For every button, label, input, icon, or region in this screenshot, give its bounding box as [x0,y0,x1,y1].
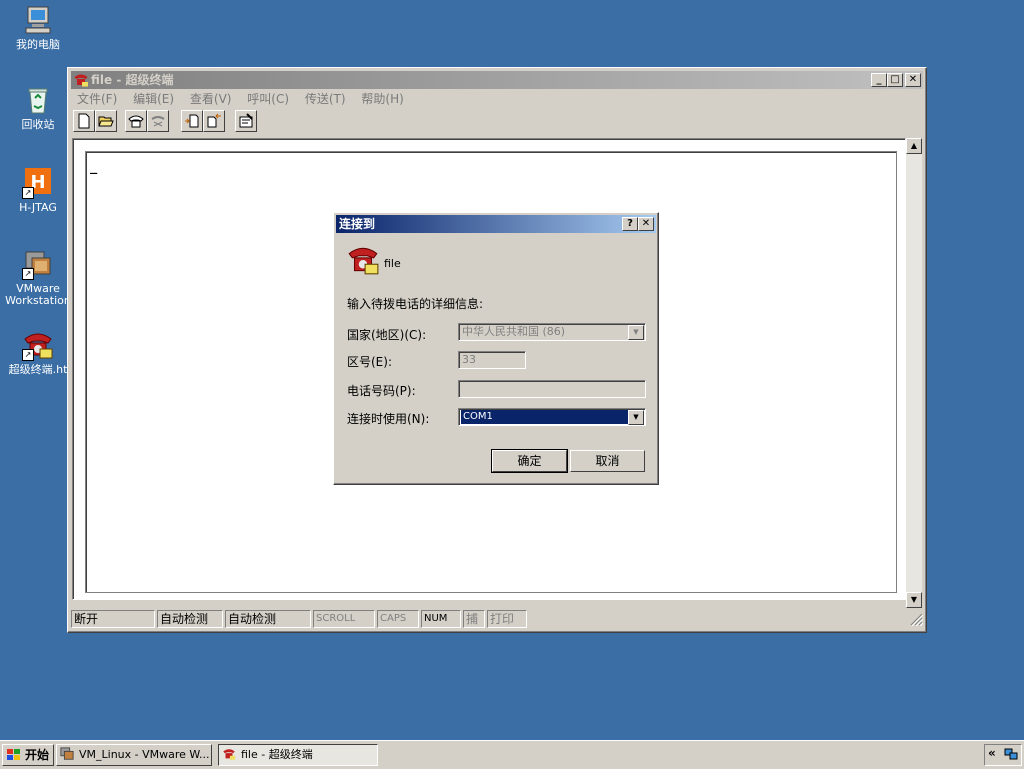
shortcut-arrow-icon: ↗ [22,268,34,280]
receive-button[interactable] [203,110,225,132]
dialog-close-button[interactable]: ✕ [638,217,654,231]
folder-open-icon [98,116,114,127]
window-titlebar[interactable]: file - 超级终端 _ □ ✕ [71,71,923,89]
status-connection: 断开 [71,610,155,628]
phone-icon [128,115,144,128]
resize-grip-icon[interactable] [909,612,924,627]
desktop-icon-vmware[interactable]: ↗ VMware Workstation [3,248,73,307]
properties-button[interactable] [235,110,257,132]
area-code-input[interactable]: 33 [458,351,526,369]
tray-expand-button[interactable]: « [988,746,996,760]
new-file-icon [78,113,90,129]
task-hyperterminal[interactable]: file - 超级终端 [218,744,378,766]
menu-transfer[interactable]: 传送(T) [305,92,346,106]
status-detect-2: 自动检测 [225,610,311,628]
status-detect-1: 自动检测 [157,610,223,628]
area-code-label: 区号(E): [347,355,392,369]
recycle-bin-icon [22,84,54,116]
new-button[interactable] [73,110,95,132]
disconnect-button[interactable] [147,110,169,132]
task-vmware[interactable]: VM_Linux - VMware W... [56,744,212,766]
send-file-icon [185,114,199,128]
cancel-button[interactable]: 取消 [570,450,645,472]
country-dropdown-arrow-icon[interactable]: ▼ [628,325,644,340]
dialog-prompt: 输入待拨电话的详细信息: [347,297,484,311]
shortcut-arrow-icon: ↗ [22,349,34,361]
start-label: 开始 [25,748,50,762]
close-button[interactable]: ✕ [905,73,921,87]
receive-file-icon [207,113,221,128]
dialog-help-button[interactable]: ? [622,217,638,231]
connect-to-dialog: 连接到 ? ✕ file 输入待拨电话的详细信息: 国家(地区)(C): 中华人… [333,212,659,485]
menu-call[interactable]: 呼叫(C) [247,92,289,106]
desktop-icon-my-computer[interactable]: 我的电脑 [3,4,73,51]
system-tray: « [984,744,1022,766]
call-button[interactable] [125,110,147,132]
connect-using-select[interactable]: COM1 ▼ [458,408,646,426]
desktop-icon-recycle-bin[interactable]: 回收站 [3,84,73,131]
menu-file[interactable]: 文件(F) [77,92,117,106]
minimize-button[interactable]: _ [871,73,887,87]
menu-view[interactable]: 查看(V) [190,92,232,106]
terminal-cursor: _ [90,160,98,174]
hyperterminal-phone-icon: ↗ [22,329,54,361]
vmware-icon: ↗ [22,248,54,280]
hyperterminal-task-icon [222,747,236,765]
dialog-title: 连接到 [339,217,376,231]
status-print: 打印 [487,610,527,628]
status-bar: 断开 自动检测 自动检测 SCROLL CAPS NUM 捕 打印 [71,610,924,628]
window-title: file - 超级终端 [91,73,174,87]
desktop-icon-label: 回收站 [21,119,55,131]
connect-using-dropdown-arrow-icon[interactable]: ▼ [628,410,644,425]
status-caps: CAPS [377,610,419,628]
h-jtag-icon: H ↗ [22,167,54,199]
hangup-icon [151,116,165,127]
vertical-scrollbar[interactable]: ▲ ▼ [906,138,922,608]
toolbar [71,110,923,134]
status-scroll: SCROLL [313,610,375,628]
start-button[interactable]: 开始 [2,744,54,766]
task-label: file - 超级终端 [241,748,313,761]
connection-phone-icon [346,243,380,280]
task-label: VM_Linux - VMware W... [79,748,210,761]
connect-using-value: COM1 [461,410,628,424]
menu-edit[interactable]: 编辑(E) [133,92,174,106]
taskbar: 开始 VM_Linux - VMware W... file - 超级终端 « [0,740,1024,769]
send-button[interactable] [181,110,203,132]
status-capture: 捕 [463,610,485,628]
menu-help[interactable]: 帮助(H) [361,92,403,106]
desktop-icon-label: 我的电脑 [16,39,60,51]
open-button[interactable] [95,110,117,132]
desktop-icon-h-jtag[interactable]: H ↗ H-JTAG [3,167,73,214]
country-value: 中华人民共和国 (86) [462,325,566,338]
connection-name: file [384,257,401,270]
phone-number-input[interactable] [458,380,646,398]
network-tray-icon[interactable] [1004,747,1018,764]
phone-number-label: 电话号码(P): [347,384,416,398]
scroll-up-button[interactable]: ▲ [906,138,922,154]
menu-bar: 文件(F) 编辑(E) 查看(V) 呼叫(C) 传送(T) 帮助(H) [71,90,923,108]
desktop-icon-label: 超级终端.ht [8,364,68,376]
desktop-icon-hyperterminal[interactable]: ↗ 超级终端.ht [3,329,73,376]
vmware-task-icon [60,747,74,765]
dialog-titlebar[interactable]: 连接到 ? ✕ [336,215,656,233]
connect-using-label: 连接时使用(N): [347,412,430,426]
scroll-down-button[interactable]: ▼ [906,592,922,608]
desktop-icon-label: VMware Workstation [5,283,71,307]
status-num: NUM [421,610,461,628]
country-label: 国家(地区)(C): [347,328,427,342]
desktop-icon-label: H-JTAG [19,202,57,214]
windows-logo-icon [6,747,22,765]
computer-icon [22,4,54,36]
ok-button[interactable]: 确定 [491,449,568,473]
area-code-value: 33 [462,353,476,366]
country-select[interactable]: 中华人民共和国 (86) ▼ [458,323,646,341]
properties-icon [239,113,253,128]
shortcut-arrow-icon: ↗ [22,187,34,199]
maximize-button[interactable]: □ [887,73,903,87]
